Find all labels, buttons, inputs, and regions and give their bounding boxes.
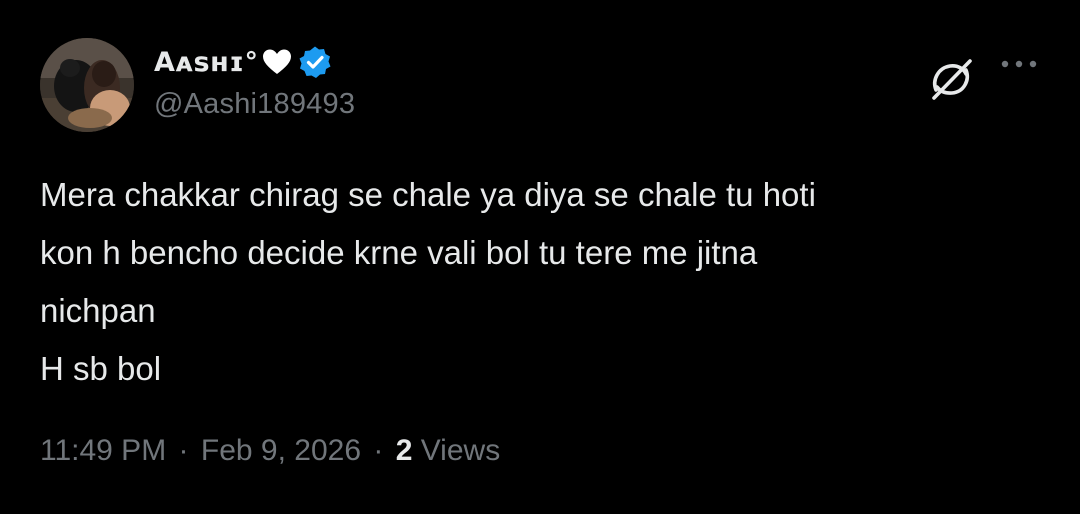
- post-date[interactable]: Feb 9, 2026: [201, 434, 361, 467]
- display-name[interactable]: Aᴀsʜɪ°: [154, 47, 258, 78]
- white-heart-icon: [262, 48, 292, 76]
- post-time[interactable]: 11:49 PM: [40, 434, 166, 467]
- name-row: Aᴀsʜɪ°: [154, 44, 355, 80]
- more-options-icon[interactable]: [1000, 56, 1038, 68]
- avatar-image: [40, 38, 134, 132]
- author-identity: Aᴀsʜɪ° @Aashi189493: [154, 44, 355, 121]
- verified-badge-icon[interactable]: [298, 45, 332, 79]
- views-label[interactable]: Views: [421, 434, 500, 467]
- views-count[interactable]: 2: [396, 434, 413, 467]
- tweet-text: Mera chakkar chirag se chale ya diya se …: [40, 176, 816, 387]
- avatar[interactable]: [40, 38, 134, 132]
- grok-icon[interactable]: [928, 56, 974, 102]
- handle[interactable]: @Aashi189493: [154, 88, 355, 121]
- tweet-meta: 11:49 PM · Feb 9, 2026 · 2 Views: [40, 434, 500, 468]
- meta-separator: ·: [178, 434, 189, 467]
- tweet: Aᴀsʜɪ° @Aashi189493 Mera chakkar chirag …: [0, 0, 1080, 514]
- meta-separator: ·: [373, 434, 384, 467]
